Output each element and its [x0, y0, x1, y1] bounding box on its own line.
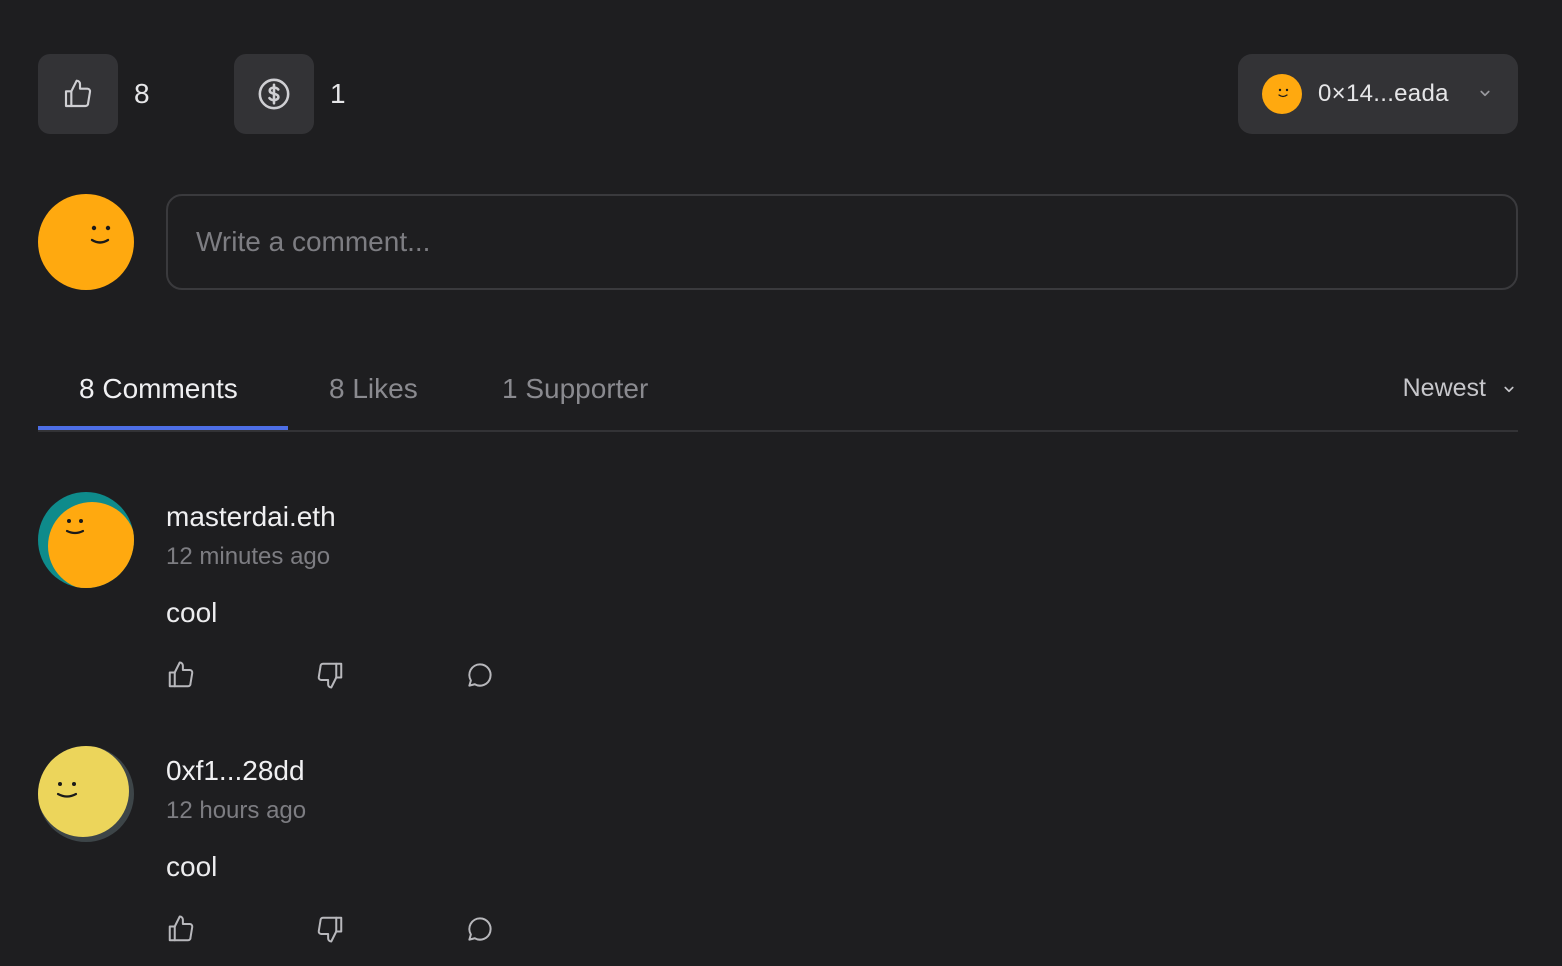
comment-item: masterdai.eth 12 minutes ago cool: [38, 492, 1518, 712]
comment-text: cool: [166, 597, 218, 628]
reply-icon[interactable]: [465, 660, 495, 690]
chevron-down-icon: [1480, 90, 1490, 97]
reply-icon[interactable]: [465, 914, 495, 944]
chevron-down-icon: [1504, 386, 1514, 392]
active-tab-indicator: [38, 426, 288, 430]
tab-bar: 8 Comments 8 Likes 1 Supporter Newest: [38, 350, 1518, 432]
like-count: 8: [134, 78, 150, 109]
comment-author[interactable]: 0xf1...28dd: [166, 754, 305, 788]
comment-input[interactable]: [166, 194, 1518, 290]
tab-comments[interactable]: 8 Comments: [79, 372, 238, 406]
commenter-avatar: [38, 492, 134, 588]
comment-timestamp: 12 hours ago: [166, 797, 307, 824]
thumbs-down-icon[interactable]: [315, 914, 345, 944]
comment-author[interactable]: masterdai.eth: [166, 500, 336, 534]
dollar-circle-icon: [258, 78, 290, 110]
support-button[interactable]: [234, 54, 314, 134]
comment-text: cool: [166, 851, 218, 882]
sort-dropdown[interactable]: Newest: [1403, 374, 1518, 403]
account-selector[interactable]: 0×14...eada: [1238, 54, 1518, 134]
account-address: 0×14...eada: [1318, 80, 1449, 107]
thumbs-down-icon[interactable]: [315, 660, 345, 690]
thumbs-up-icon[interactable]: [166, 914, 196, 944]
sort-label: Newest: [1402, 374, 1486, 402]
thumbs-up-icon: [64, 79, 92, 108]
comment-timestamp: 12 minutes ago: [166, 543, 331, 570]
thumbs-up-icon[interactable]: [166, 660, 196, 690]
tab-supporters[interactable]: 1 Supporter: [502, 372, 648, 406]
support-count: 1: [330, 78, 346, 109]
comment-item: 0xf1...28dd 12 hours ago cool: [38, 746, 1518, 966]
like-button[interactable]: [38, 54, 118, 134]
user-avatar: [38, 194, 134, 290]
tab-likes[interactable]: 8 Likes: [329, 372, 418, 406]
account-avatar: [1262, 74, 1302, 114]
commenter-avatar: [38, 746, 134, 842]
